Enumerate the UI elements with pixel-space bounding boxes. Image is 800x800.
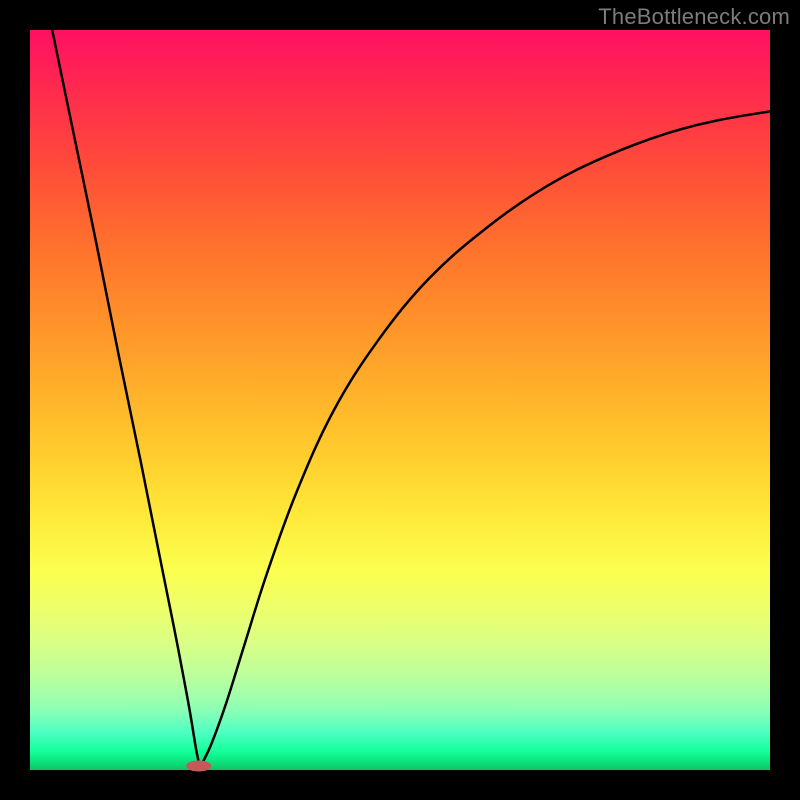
cusp-marker <box>186 760 211 771</box>
watermark-text: TheBottleneck.com <box>598 4 790 30</box>
chart-frame: TheBottleneck.com <box>0 0 800 800</box>
curve-right-branch <box>200 111 770 767</box>
plot-area <box>30 30 770 770</box>
curve-left-branch <box>52 30 200 767</box>
chart-svg <box>30 30 770 770</box>
